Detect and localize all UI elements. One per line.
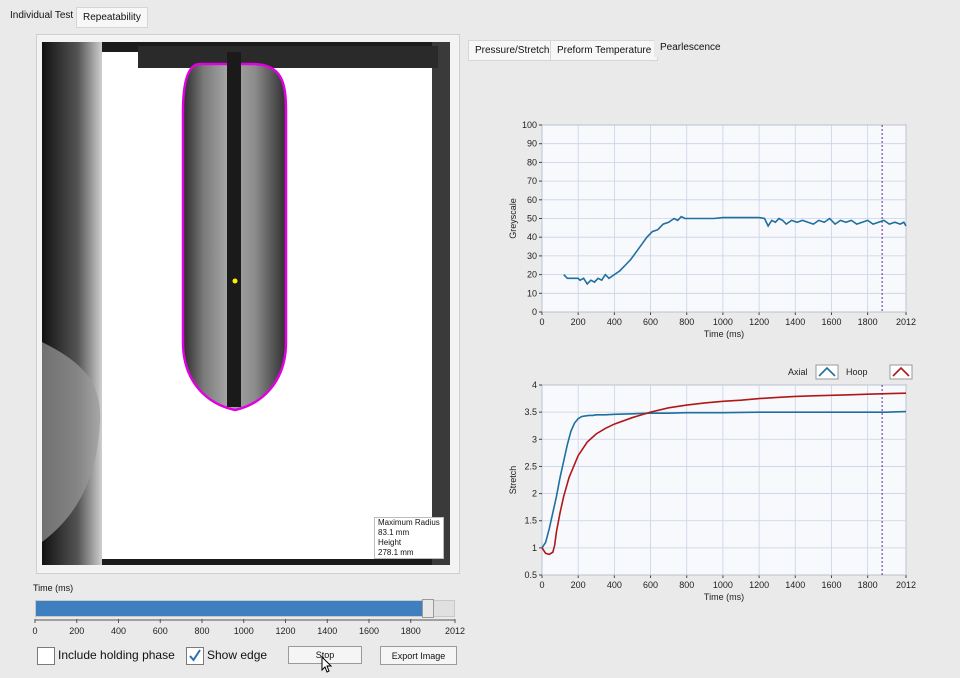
- x-tick-label: 1800: [858, 317, 878, 327]
- x-tick-label: 400: [607, 580, 622, 590]
- y-tick-label: 30: [527, 251, 537, 261]
- y-axis-label: Greyscale: [508, 198, 518, 239]
- legend-label: Axial: [788, 367, 808, 377]
- y-tick-label: 80: [527, 157, 537, 167]
- slider-tick-label: 800: [194, 626, 209, 636]
- height-label: Height: [378, 538, 402, 547]
- x-tick-label: 1000: [713, 580, 733, 590]
- include-holding-phase-checkbox[interactable]: [37, 647, 55, 665]
- max-radius-value: 83.1 mm: [378, 528, 410, 537]
- y-tick-label: 100: [522, 120, 537, 130]
- y-tick-label: 10: [527, 288, 537, 298]
- x-tick-label: 1000: [713, 317, 733, 327]
- include-holding-phase-label: Include holding phase: [58, 648, 175, 662]
- y-tick-label: 0: [532, 307, 537, 317]
- height-value: 278.1 mm: [378, 548, 414, 557]
- y-tick-label: 3: [532, 434, 537, 444]
- x-tick-label: 1600: [821, 580, 841, 590]
- export-image-button[interactable]: Export Image: [380, 646, 457, 665]
- tab-preform-temperature[interactable]: Preform Temperature: [550, 40, 659, 61]
- x-tick-label: 2012: [896, 580, 916, 590]
- legend-label: Hoop: [846, 367, 868, 377]
- show-edge-label: Show edge: [207, 648, 268, 662]
- time-slider-label: Time (ms): [33, 583, 74, 593]
- x-axis-label: Time (ms): [704, 329, 744, 339]
- y-tick-label: 50: [527, 214, 537, 224]
- y-tick-label: 3.5: [524, 407, 537, 417]
- x-tick-label: 600: [643, 580, 658, 590]
- slider-tick-label: 2012: [445, 626, 465, 636]
- radius-info-box: Maximum Radius 83.1 mm Height 278.1 mm: [374, 517, 444, 559]
- x-tick-label: 1400: [785, 317, 805, 327]
- y-tick-label: 4: [532, 380, 537, 390]
- preform-image: [42, 42, 450, 565]
- slider-tick-label: 1000: [234, 626, 254, 636]
- y-tick-label: 2.5: [524, 461, 537, 471]
- y-axis-label: Stretch: [508, 466, 518, 495]
- y-tick-label: 0.5: [524, 570, 537, 580]
- x-tick-label: 1400: [785, 580, 805, 590]
- slider-tick-label: 1800: [401, 626, 421, 636]
- tab-pressure-stretch[interactable]: Pressure/Stretch: [468, 40, 557, 61]
- x-tick-label: 800: [679, 580, 694, 590]
- x-tick-label: 400: [607, 317, 622, 327]
- y-tick-label: 70: [527, 176, 537, 186]
- x-tick-label: 1200: [749, 317, 769, 327]
- slider-tick-label: 1200: [275, 626, 295, 636]
- y-tick-label: 40: [527, 232, 537, 242]
- x-tick-label: 1800: [858, 580, 878, 590]
- y-tick-label: 20: [527, 270, 537, 280]
- slider-tick-label: 600: [153, 626, 168, 636]
- x-tick-label: 1600: [821, 317, 841, 327]
- x-tick-label: 2012: [896, 317, 916, 327]
- x-tick-label: 1200: [749, 580, 769, 590]
- x-axis-label: Time (ms): [704, 592, 744, 602]
- tab-repeatability[interactable]: Repeatability: [76, 7, 148, 28]
- stretch-chart: 0 200 400 600 800 1000 1200 1400 1600 1800 2012 0.5…: [508, 364, 916, 602]
- slider-tick-label: 1400: [317, 626, 337, 636]
- y-tick-label: 2: [532, 489, 537, 499]
- y-tick-label: 60: [527, 195, 537, 205]
- checkmark-icon: [189, 649, 201, 662]
- x-tick-label: 200: [571, 580, 586, 590]
- x-tick-label: 0: [539, 317, 544, 327]
- slider-tick-label: 1600: [359, 626, 379, 636]
- slider-tick-label: 200: [69, 626, 84, 636]
- x-tick-label: 800: [679, 317, 694, 327]
- mouse-cursor-icon: [321, 656, 333, 673]
- x-tick-label: 0: [539, 580, 544, 590]
- center-marker: [232, 278, 238, 284]
- y-tick-label: 1: [532, 543, 537, 553]
- time-slider-scale: 0 200 400 600 800 1000 1200 1400 1600 1800 2012: [32, 619, 465, 636]
- tab-individual-test[interactable]: Individual Test: [4, 6, 80, 25]
- time-slider-fill: [36, 601, 429, 616]
- max-radius-label: Maximum Radius: [378, 518, 440, 527]
- greyscale-chart: 0 200 400 600 800 1000 1200 1400 1600 1800 2012 0 10…: [508, 120, 916, 339]
- slider-tick-label: 400: [111, 626, 126, 636]
- show-edge-checkbox[interactable]: [186, 647, 204, 665]
- time-slider-thumb[interactable]: [422, 599, 435, 618]
- x-tick-label: 600: [643, 317, 658, 327]
- y-tick-label: 1.5: [524, 516, 537, 526]
- plot-area: [541, 384, 907, 576]
- tab-pearlescence[interactable]: Pearlescence: [654, 38, 727, 57]
- y-tick-label: 90: [527, 139, 537, 149]
- x-tick-label: 200: [571, 317, 586, 327]
- time-slider-track[interactable]: [35, 599, 455, 618]
- slider-tick-label: 0: [32, 626, 37, 636]
